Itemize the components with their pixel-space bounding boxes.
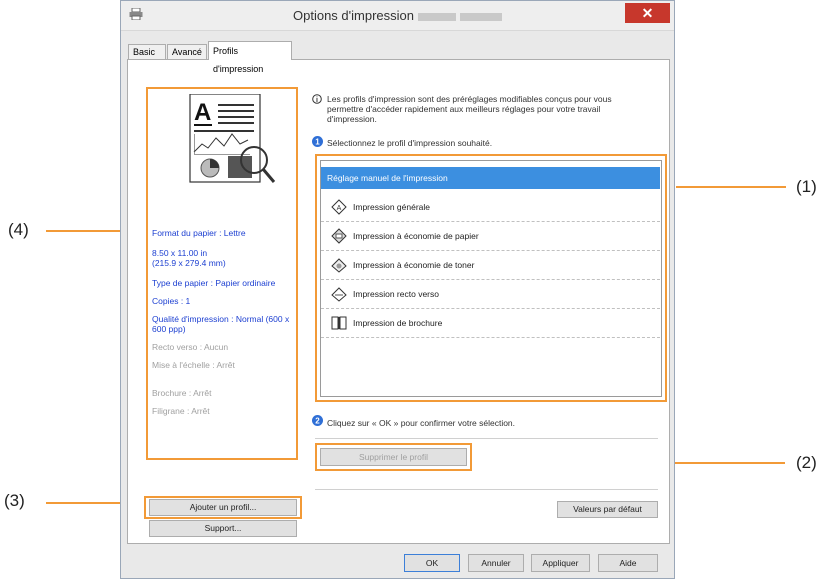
redacted-block: [459, 12, 502, 21]
ok-button[interactable]: OK: [404, 554, 460, 572]
summary-dims-mm: (215.9 x 279.4 mm): [152, 258, 226, 268]
svg-text:A: A: [194, 99, 211, 126]
profiles-panel: A Format du papier : Lettre 8.50 x 11.00…: [127, 59, 670, 544]
svg-text:A: A: [337, 205, 342, 212]
summary-scaling: Mise à l'échelle : Arrêt: [152, 360, 235, 370]
info-line-1: Les profils d'impression sont des prérég…: [327, 94, 612, 104]
brochure-print-icon: [331, 316, 347, 330]
separator: [315, 438, 658, 439]
callout-4: (4): [8, 220, 29, 239]
step-2-icon: 2: [312, 415, 323, 426]
profile-item-label: Impression de brochure: [353, 318, 443, 328]
toner-saving-icon: [331, 258, 347, 273]
svg-text:2: 2: [315, 417, 320, 426]
info-line-3: d'impression.: [327, 114, 377, 124]
step-1-icon: 1: [312, 136, 323, 147]
summary-paper-type: Type de papier : Papier ordinaire: [152, 278, 276, 288]
info-icon: i: [312, 94, 322, 104]
window-title-text: Options d'impression: [293, 8, 414, 23]
delete-profile-button[interactable]: Supprimer le profil: [320, 448, 467, 466]
svg-text:1: 1: [315, 138, 320, 147]
document-preview-icon: A: [189, 94, 276, 183]
cancel-button[interactable]: Annuler: [468, 554, 524, 572]
callout-3: (3): [4, 491, 25, 510]
step-2-text: Cliquez sur « OK » pour confirmer votre …: [327, 418, 516, 428]
profile-item-general[interactable]: A Impression générale: [321, 193, 660, 222]
profile-item-toner-saving[interactable]: Impression à économie de toner: [321, 251, 660, 280]
summary-paper-format: Format du papier : Lettre: [152, 228, 246, 238]
title-bar: Options d'impression ✕: [121, 1, 674, 31]
tab-avance[interactable]: Avancé: [167, 44, 207, 59]
profile-item-label: Impression à économie de papier: [353, 231, 479, 241]
duplex-print-icon: [331, 287, 347, 302]
profile-item-label: Impression recto verso: [353, 289, 439, 299]
tab-profils[interactable]: Profils d'impression: [208, 41, 292, 74]
callout-1-line: [676, 186, 786, 188]
apply-button[interactable]: Appliquer: [531, 554, 590, 572]
general-print-icon: A: [331, 199, 347, 215]
svg-text:i: i: [316, 97, 318, 104]
step-1-text: Sélectionnez le profil d'impression souh…: [327, 138, 493, 148]
separator: [315, 489, 658, 490]
profile-item-brochure[interactable]: Impression de brochure: [321, 309, 660, 338]
profile-item-manual[interactable]: Réglage manuel de l'impression: [321, 167, 660, 189]
close-button[interactable]: ✕: [625, 3, 670, 23]
print-options-window: Options d'impression ✕ Basic Avancé Prof…: [120, 0, 675, 579]
callout-1: (1): [796, 177, 817, 196]
summary-dims-in: 8.50 x 11.00 in: [152, 248, 208, 258]
summary-quality-1: Qualité d'impression : Normal (600 x: [152, 314, 290, 324]
profile-item-label: Réglage manuel de l'impression: [327, 173, 448, 183]
profile-item-paper-saving[interactable]: Impression à économie de papier: [321, 222, 660, 251]
support-button[interactable]: Support...: [149, 520, 297, 537]
callout-2: (2): [796, 453, 817, 472]
tab-basic[interactable]: Basic: [128, 44, 166, 59]
profile-item-label: Impression à économie de toner: [353, 260, 475, 270]
summary-watermark: Filigrane : Arrêt: [152, 406, 210, 416]
summary-quality-2: 600 ppp): [152, 324, 186, 334]
redacted-block: [417, 12, 456, 21]
paper-saving-icon: [331, 228, 347, 244]
add-profile-button[interactable]: Ajouter un profil...: [149, 499, 297, 516]
profile-item-label: Impression générale: [353, 202, 431, 212]
info-line-2: permettre d'accéder rapidement aux meill…: [327, 104, 601, 114]
defaults-button[interactable]: Valeurs par défaut: [557, 501, 658, 518]
window-title: Options d'impression: [121, 8, 674, 23]
summary-brochure: Brochure : Arrêt: [152, 388, 212, 398]
help-button[interactable]: Aide: [598, 554, 658, 572]
summary-duplex: Recto verso : Aucun: [152, 342, 229, 352]
summary-copies: Copies : 1: [152, 296, 191, 306]
close-icon: ✕: [641, 5, 654, 21]
profile-item-duplex[interactable]: Impression recto verso: [321, 280, 660, 309]
